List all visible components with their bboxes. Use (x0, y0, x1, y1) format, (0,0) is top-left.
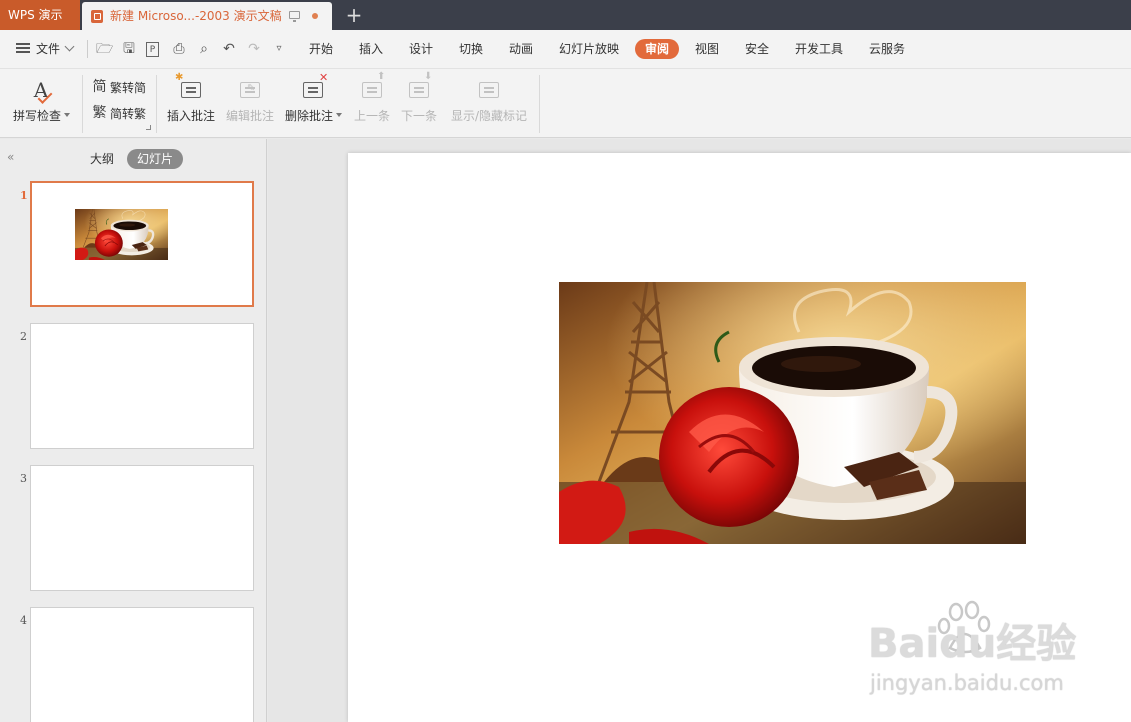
dropdown-arrow-icon[interactable] (64, 113, 70, 117)
dialog-launcher-icon[interactable] (146, 125, 151, 130)
simp-to-trad-button[interactable]: 繁 简转繁 (91, 103, 151, 125)
x-icon: ✕ (319, 71, 329, 84)
file-menu[interactable]: 文件 (36, 30, 60, 68)
menu-animations[interactable]: 动画 (509, 30, 533, 68)
slide-thumbnail-4[interactable] (30, 607, 254, 722)
show-hide-markup-label: 显示/隐藏标记 (451, 109, 528, 123)
ribbon-separator (539, 75, 540, 133)
menu-insert[interactable]: 插入 (359, 30, 383, 68)
arrow-down-icon: ⬇ (424, 71, 433, 82)
delete-comment-label: 删除批注 (285, 109, 334, 123)
delete-comment-icon: ✕ (301, 72, 328, 102)
document-tab[interactable]: 新建 Microso...-2003 演示文稿 (82, 2, 332, 30)
menu-view[interactable]: 视图 (695, 30, 719, 68)
redo-icon[interactable]: ↷ (246, 41, 262, 57)
chevron-down-icon[interactable] (64, 41, 75, 52)
slide-number: 3 (20, 472, 27, 485)
insert-comment-icon: ✱ (175, 73, 203, 102)
document-title: 新建 Microso...-2003 演示文稿 (110, 9, 282, 23)
coffee-rose-image[interactable] (559, 282, 1026, 544)
next-comment-label: 下一条 (401, 109, 438, 123)
menu-home[interactable]: 开始 (309, 30, 333, 68)
menu-review[interactable]: 审阅 (635, 39, 680, 59)
watermark-url: jingyan.baidu.com (870, 671, 1064, 695)
ribbon-separator (82, 75, 83, 133)
menu-cloud[interactable]: 云服务 (869, 30, 905, 68)
presentation-file-icon (91, 10, 103, 23)
insert-comment-button[interactable]: ✱ 插入批注 (166, 69, 218, 137)
menu-transitions[interactable]: 切换 (459, 30, 483, 68)
menu-security[interactable]: 安全 (745, 30, 769, 68)
app-tab[interactable]: WPS 演示 (0, 0, 80, 30)
customize-toolbar-icon[interactable]: ▿ (271, 41, 287, 57)
spell-check-label: 拼写检查 (13, 109, 62, 123)
slide-thumbnail-1[interactable] (30, 181, 254, 307)
monitor-icon[interactable] (289, 11, 300, 22)
insert-comment-label: 插入批注 (167, 109, 216, 123)
simp-to-trad-label: 简转繁 (110, 107, 147, 121)
pencil-icon: ✎ (247, 83, 256, 94)
watermark-brand: Baidu经验 (868, 621, 1077, 667)
ribbon-separator (156, 75, 157, 133)
edit-comment-button[interactable]: ✎ 编辑批注 (225, 69, 277, 137)
menu-bar: 文件 🗁 🖫 P ⎙ ⌕ ↶ ↷ ▿ 开始 插入 设计 切换 动画 幻灯片放映 … (0, 30, 1131, 68)
toolbar-separator (87, 40, 88, 58)
menu-developer[interactable]: 开发工具 (795, 30, 843, 68)
tab-slides[interactable]: 幻灯片 (127, 149, 184, 169)
undo-icon[interactable]: ↶ (221, 41, 237, 57)
export-pdf-icon[interactable]: P (146, 42, 159, 57)
slide-thumbnail-3[interactable] (30, 465, 254, 591)
previous-comment-label: 上一条 (354, 109, 391, 123)
spell-check-button[interactable]: A 拼写检查 (8, 69, 74, 137)
tab-outline[interactable]: 大纲 (90, 149, 114, 169)
next-comment-button[interactable]: ⬇ 下一条 (400, 69, 442, 137)
slide-thumbnail-panel: « 大纲 幻灯片 1 2 3 4 (0, 139, 267, 722)
trad-to-simp-button[interactable]: 简 繁转简 (91, 77, 151, 99)
print-icon[interactable]: ⎙ (171, 41, 187, 57)
dropdown-arrow-icon[interactable] (336, 113, 342, 117)
save-icon[interactable]: 🖫 (121, 41, 137, 57)
previous-comment-button[interactable]: ⬆ 上一条 (352, 69, 394, 137)
trad-to-simp-icon: 简 (92, 79, 107, 95)
title-bar: WPS 演示 新建 Microso...-2003 演示文稿 + (0, 0, 1131, 30)
trad-to-simp-label: 繁转简 (110, 81, 147, 95)
simp-to-trad-icon: 繁 (92, 105, 107, 121)
menu-design[interactable]: 设计 (409, 30, 433, 68)
slide-number: 2 (20, 330, 27, 343)
edit-comment-label: 编辑批注 (226, 109, 275, 123)
open-folder-icon[interactable]: 🗁 (96, 41, 113, 57)
next-comment-icon: ⬇ (407, 72, 432, 102)
new-tab-plus-icon[interactable]: + (345, 5, 363, 25)
delete-comment-button[interactable]: ✕ 删除批注 (284, 69, 344, 137)
star-icon: ✱ (175, 72, 184, 83)
hamburger-menu-icon[interactable] (16, 43, 30, 53)
menu-slideshow[interactable]: 幻灯片放映 (559, 30, 619, 68)
slide-thumbnail-image (75, 209, 168, 260)
slide-thumbnail-2[interactable] (30, 323, 254, 449)
unsaved-dot-icon[interactable] (312, 13, 318, 19)
print-preview-icon[interactable]: ⌕ (196, 41, 212, 57)
baidu-watermark: Baidu经验 jingyan.baidu.com (868, 598, 1078, 698)
show-hide-markup-icon (477, 78, 501, 102)
slide-number: 4 (20, 614, 27, 627)
slide-number: 1 (20, 189, 28, 202)
arrow-up-icon: ⬆ (377, 71, 386, 82)
collapse-panel-icon[interactable]: « (7, 151, 19, 163)
show-hide-markup-button[interactable]: 显示/隐藏标记 (450, 69, 532, 137)
app-name: WPS 演示 (8, 8, 63, 22)
review-ribbon: A 拼写检查 简 繁转简 繁 简转繁 ✱ 插入批注 ✎ 编辑批注 ✕ 删除批注 … (0, 68, 1131, 138)
previous-comment-icon: ⬆ (360, 72, 385, 102)
edit-comment-icon: ✎ (238, 78, 262, 102)
